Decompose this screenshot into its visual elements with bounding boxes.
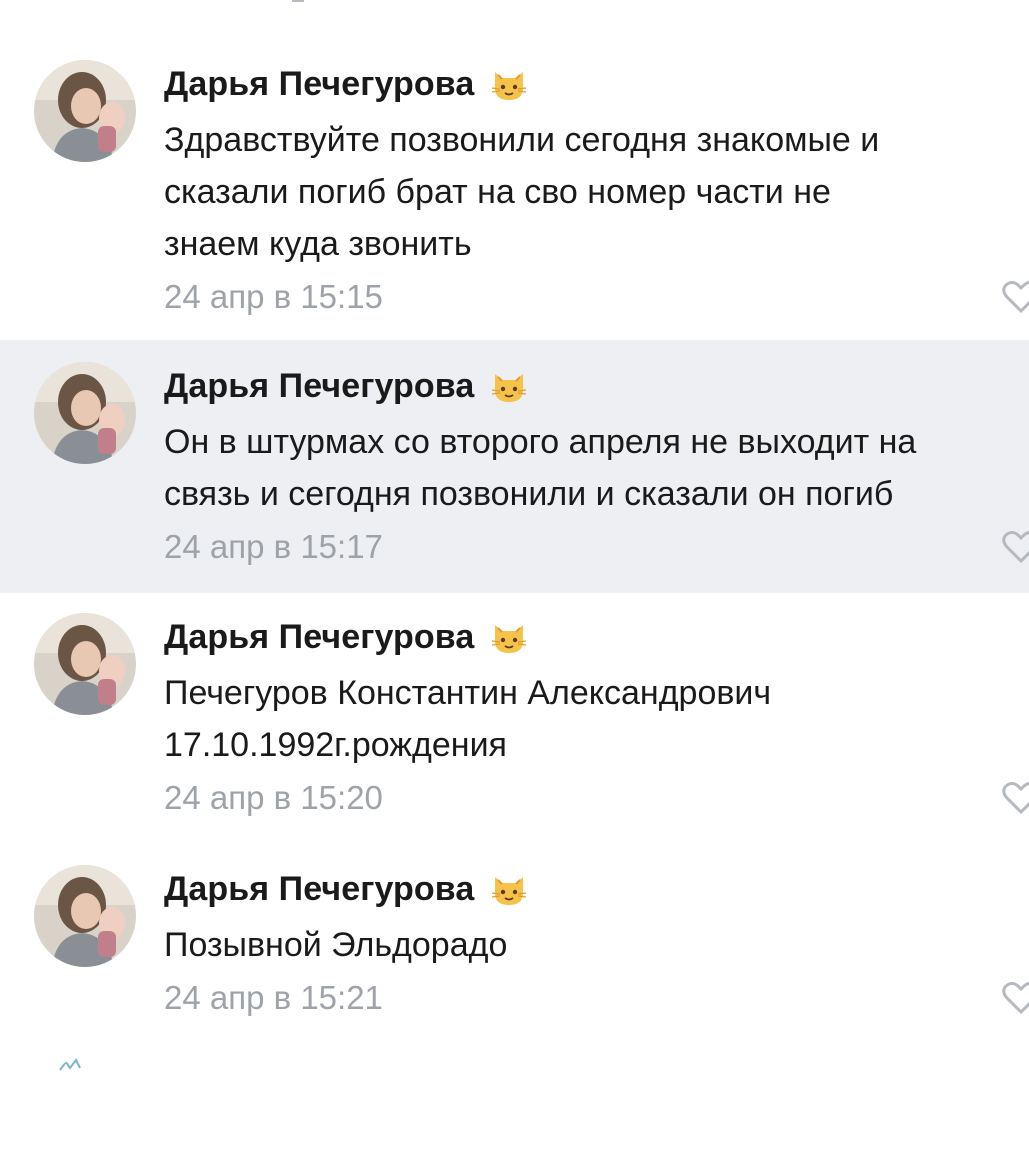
author-row: Дарья Печегурова <box>164 613 528 661</box>
avatar-photo-icon <box>34 613 136 715</box>
comment-text: Печегуров Константин Александрович 17.10… <box>164 674 772 764</box>
cat-face-emoji-icon <box>492 72 527 100</box>
author-row: Дарья Печегурова <box>164 865 528 913</box>
comment-timestamp[interactable]: 24 апр в 15:20 <box>164 779 383 817</box>
avatar-photo-icon <box>40 1056 140 1156</box>
avatar[interactable] <box>34 60 136 162</box>
avatar-photo-icon <box>34 865 136 967</box>
comment-timestamp[interactable]: 24 апр в 15:17 <box>164 528 383 566</box>
cat-face-emoji-icon <box>492 374 527 402</box>
comment-timestamp[interactable]: 24 апр в 15:15 <box>164 278 383 316</box>
comment-text: Позывной Эльдорадо <box>164 926 508 964</box>
comment-item-highlighted: Дарья Печегурова Он в штурмах со второго… <box>0 340 1029 593</box>
avatar-photo-icon <box>34 60 136 162</box>
author-name[interactable]: Дарья Печегурова <box>164 65 474 104</box>
avatar[interactable] <box>34 613 136 715</box>
like-heart-icon[interactable] <box>1001 530 1029 564</box>
avatar[interactable] <box>34 865 136 967</box>
author-name[interactable]: Дарья Печегурова <box>164 367 474 406</box>
next-comment-avatar[interactable] <box>40 1056 140 1156</box>
comment-text: Он в штурмах со второго апреля не выходи… <box>164 423 917 513</box>
like-heart-icon[interactable] <box>1001 981 1029 1015</box>
previous-comment-time-cut <box>164 0 424 10</box>
comment-text: Здравствуйте позвонили сегодня знакомые … <box>164 121 880 263</box>
avatar-photo-icon <box>34 362 136 464</box>
like-heart-icon[interactable] <box>1001 280 1029 314</box>
author-name[interactable]: Дарья Печегурова <box>164 618 474 657</box>
comment-timestamp[interactable]: 24 апр в 15:21 <box>164 979 383 1017</box>
cat-face-emoji-icon <box>492 877 527 905</box>
author-row: Дарья Печегурова <box>164 362 528 410</box>
like-heart-icon[interactable] <box>1001 781 1029 815</box>
cat-face-emoji-icon <box>492 625 527 653</box>
avatar[interactable] <box>34 362 136 464</box>
comment-item: Дарья Печегурова Позывной Эльдорадо 24 а… <box>0 845 1029 1045</box>
author-row: Дарья Печегурова <box>164 60 528 108</box>
author-name[interactable]: Дарья Печегурова <box>164 870 474 909</box>
comment-item: Дарья Печегурова Здравствуйте позвонили … <box>0 38 1029 340</box>
cut-timestamp-fragment <box>292 0 304 2</box>
comment-item: Дарья Печегурова Печегуров Константин Ал… <box>0 593 1029 845</box>
